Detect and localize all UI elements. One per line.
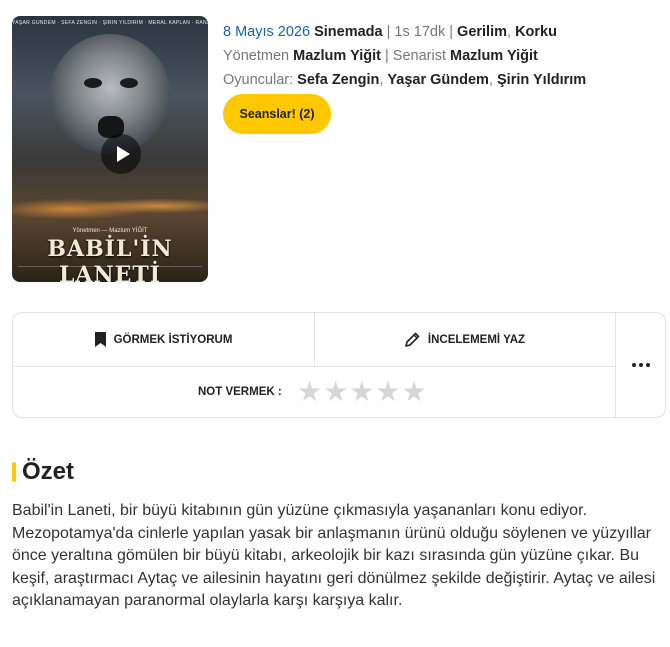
cast-member[interactable]: Şirin Yıldırım bbox=[497, 72, 586, 88]
write-review-label: İNCELEMEMİ YAZ bbox=[427, 333, 526, 346]
release-date: 8 Mayıs 2026 bbox=[223, 24, 311, 40]
release-status: Sinemada bbox=[314, 24, 383, 40]
genre-link[interactable]: Korku bbox=[515, 24, 557, 40]
cast-member[interactable]: Yaşar Gündem bbox=[387, 72, 489, 88]
movie-info: 8 Mayıs 2026 Sinemada | 1s 17dk | Gerili… bbox=[223, 20, 663, 92]
rating-label: NOT VERMEK : bbox=[198, 386, 282, 398]
genre-link[interactable]: Gerilim bbox=[457, 24, 507, 40]
poster-credits-bottom bbox=[18, 266, 202, 276]
writer-name[interactable]: Mazlum Yiğit bbox=[450, 48, 538, 64]
star-icon[interactable]: ★ bbox=[349, 378, 374, 406]
star-icon[interactable]: ★ bbox=[297, 378, 322, 406]
star-icon[interactable]: ★ bbox=[375, 378, 400, 406]
poster-fire-glow bbox=[12, 191, 208, 221]
rating-row: NOT VERMEK : ★ ★ ★ ★ ★ bbox=[13, 367, 615, 417]
action-box: GÖRMEK İSTİYORUM İNCELEMEMİ YAZ NOT VERM… bbox=[12, 312, 666, 418]
summary-heading: Özet bbox=[12, 458, 74, 486]
cast-member[interactable]: Sefa Zengin bbox=[297, 72, 379, 88]
heading-accent-bar bbox=[12, 462, 16, 482]
duration: 1s 17dk bbox=[394, 24, 446, 40]
star-icon[interactable]: ★ bbox=[323, 378, 348, 406]
rating-stars: ★ ★ ★ ★ ★ bbox=[297, 378, 428, 406]
info-row-cast: Oyuncular: Sefa Zengin, Yaşar Gündem, Şi… bbox=[223, 72, 587, 88]
poster-director-line: Yönetmen — Mazlum YİĞİT bbox=[72, 228, 148, 234]
pencil-icon bbox=[405, 332, 420, 347]
director-label: Yönetmen bbox=[223, 48, 290, 64]
cast-label: Oyuncular: bbox=[223, 72, 294, 88]
movie-poster[interactable]: YAŞAR GÜNDEM · SEFA ZENGİN · ŞİRİN YILDI… bbox=[12, 16, 208, 282]
bookmark-icon bbox=[94, 332, 106, 347]
director-name[interactable]: Mazlum Yiğit bbox=[293, 48, 381, 64]
watchlist-button[interactable]: GÖRMEK İSTİYORUM bbox=[13, 313, 314, 366]
more-dot-icon bbox=[639, 363, 643, 367]
poster-credits-top: YAŞAR GÜNDEM · SEFA ZENGİN · ŞİRİN YILDI… bbox=[12, 20, 208, 26]
summary-title: Özet bbox=[22, 458, 75, 485]
more-dot-icon bbox=[632, 363, 636, 367]
info-row-meta: 8 Mayıs 2026 Sinemada | 1s 17dk | Gerili… bbox=[223, 24, 557, 40]
writer-label: Senarist bbox=[392, 48, 446, 64]
play-icon bbox=[116, 146, 130, 162]
poster-eye-left bbox=[84, 78, 102, 88]
watchlist-label: GÖRMEK İSTİYORUM bbox=[113, 333, 233, 346]
info-row-crew: Yönetmen Mazlum Yiğit | Senarist Mazlum … bbox=[223, 48, 538, 64]
write-review-button[interactable]: İNCELEMEMİ YAZ bbox=[315, 313, 615, 366]
more-dot-icon bbox=[646, 363, 650, 367]
star-icon[interactable]: ★ bbox=[401, 378, 426, 406]
more-options-button[interactable] bbox=[616, 313, 666, 417]
play-trailer-button[interactable] bbox=[101, 134, 141, 174]
poster-eye-right bbox=[120, 78, 138, 88]
summary-text: Babil'in Laneti, bir büyü kitabının gün … bbox=[12, 502, 656, 610]
sessions-button[interactable]: Seanslar! (2) bbox=[223, 94, 331, 134]
